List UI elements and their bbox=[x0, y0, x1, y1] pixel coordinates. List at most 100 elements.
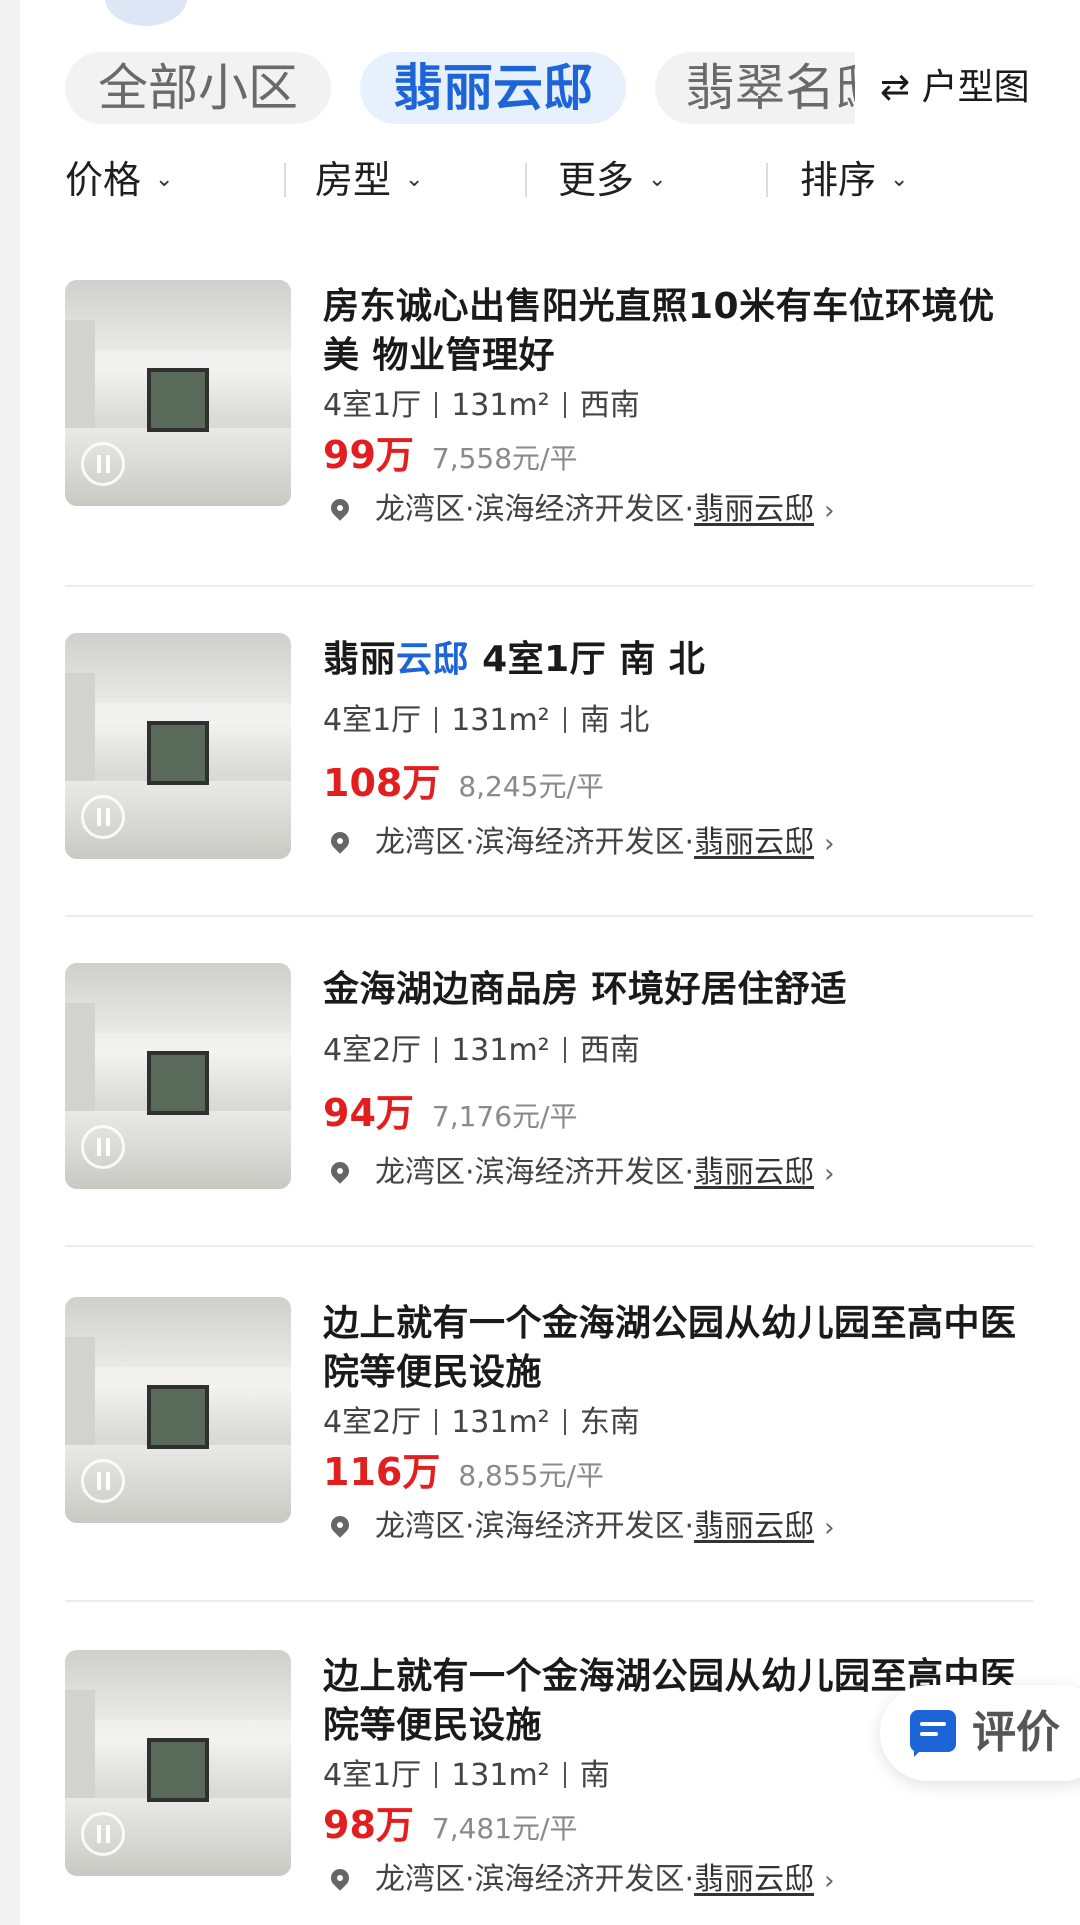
filter-price[interactable]: 价格 ⌄ bbox=[65, 150, 173, 210]
chevron-right-icon: › bbox=[824, 1159, 835, 1189]
listing-rooms: 4室1厅 bbox=[323, 703, 422, 738]
listing-price-row: 108万 8,245元/平 bbox=[323, 758, 604, 808]
listing-rooms: 4室2厅 bbox=[323, 1405, 422, 1440]
spec-separator bbox=[435, 1036, 438, 1063]
filter-layout[interactable]: 房型 ⌄ bbox=[315, 150, 423, 210]
location-pin-icon bbox=[327, 1157, 353, 1184]
listing-divider bbox=[65, 1245, 1033, 1247]
listing-unit-price: 7,481元/平 bbox=[431, 1812, 578, 1845]
chevron-right-icon: › bbox=[824, 829, 835, 859]
community-link[interactable]: 翡丽云邸 bbox=[694, 1509, 814, 1544]
listing-district: 龙湾区·滨海经济开发区· bbox=[375, 1862, 695, 1897]
listing-specs: 4室1厅 131m² 西南 bbox=[323, 386, 640, 426]
listing-location[interactable]: 龙湾区·滨海经济开发区·翡丽云邸 › bbox=[323, 1153, 834, 1193]
listing-title[interactable]: 边上就有一个金海湖公园从幼儿园至高中医院等便民设施 bbox=[323, 1299, 1023, 1397]
listing-title[interactable]: 翡丽云邸 4室1厅 南 北 bbox=[323, 635, 1023, 684]
listing-unit-price: 8,855元/平 bbox=[458, 1459, 604, 1492]
community-link[interactable]: 翡丽云邸 bbox=[694, 1155, 814, 1190]
listing-photo[interactable] bbox=[65, 963, 291, 1189]
listing-price-row: 94万 7,176元/平 bbox=[323, 1088, 577, 1138]
listing-photo[interactable] bbox=[65, 1650, 291, 1876]
chevron-down-icon: ⌄ bbox=[405, 166, 424, 192]
floor-plan-button[interactable]: ⇄ 户型图 bbox=[880, 58, 1030, 118]
filter-divider bbox=[525, 163, 527, 197]
vr-play-icon[interactable] bbox=[81, 795, 125, 839]
photo-window bbox=[147, 721, 209, 785]
listing-price: 94万 bbox=[323, 1091, 414, 1135]
photo-ceiling bbox=[65, 1297, 291, 1367]
spec-separator bbox=[563, 1036, 566, 1063]
filter-divider bbox=[284, 163, 286, 197]
photo-window bbox=[147, 1051, 209, 1115]
listing-location[interactable]: 龙湾区·滨海经济开发区·翡丽云邸 › bbox=[323, 823, 834, 863]
left-edge-strip bbox=[0, 0, 20, 1925]
listing-orientation: 西南 bbox=[579, 388, 640, 423]
filter-bar: 价格 ⌄ 房型 ⌄ 更多 ⌄ 排序 ⌄ bbox=[0, 150, 1080, 210]
title-highlight: 云邸 bbox=[396, 639, 470, 680]
listing-price: 98万 bbox=[323, 1803, 414, 1847]
listing-orientation: 南 北 bbox=[579, 703, 650, 738]
listing-unit-price: 7,558元/平 bbox=[431, 442, 578, 475]
vr-play-icon[interactable] bbox=[81, 1812, 125, 1856]
community-link[interactable]: 翡丽云邸 bbox=[694, 492, 814, 527]
spec-separator bbox=[435, 1761, 438, 1788]
filter-sort[interactable]: 排序 ⌄ bbox=[800, 150, 908, 210]
listing-orientation: 南 bbox=[579, 1758, 610, 1793]
chevron-down-icon: ⌄ bbox=[890, 166, 909, 192]
spec-separator bbox=[435, 706, 438, 733]
listing-district: 龙湾区·滨海经济开发区· bbox=[375, 825, 695, 860]
listing-specs: 4室1厅 131m² 南 北 bbox=[323, 701, 649, 741]
listing-orientation: 东南 bbox=[579, 1405, 640, 1440]
listing-area: 131m² bbox=[451, 1405, 550, 1440]
location-pin-icon bbox=[327, 827, 353, 854]
listing-location[interactable]: 龙湾区·滨海经济开发区·翡丽云邸 › bbox=[323, 490, 834, 530]
photo-ceiling bbox=[65, 1650, 291, 1720]
vr-play-icon[interactable] bbox=[81, 442, 125, 486]
title-text: 4室1厅 南 北 bbox=[469, 639, 706, 680]
filter-label: 排序 bbox=[800, 158, 877, 202]
filter-more[interactable]: 更多 ⌄ bbox=[558, 150, 666, 210]
listing-rooms: 4室1厅 bbox=[323, 1758, 422, 1793]
chevron-right-icon: › bbox=[824, 1513, 835, 1543]
community-tabs: 全部小区 翡丽云邸 翡翠名邸 bbox=[65, 52, 855, 124]
photo-ceiling bbox=[65, 963, 291, 1033]
photo-ceiling bbox=[65, 633, 291, 703]
listing-title[interactable]: 房东诚心出售阳光直照10米有车位环境优美 物业管理好 bbox=[323, 282, 1023, 380]
community-link[interactable]: 翡丽云邸 bbox=[694, 1862, 814, 1897]
listing-divider bbox=[65, 585, 1033, 587]
listing-price-row: 116万 8,855元/平 bbox=[323, 1447, 604, 1497]
chevron-down-icon: ⌄ bbox=[155, 166, 174, 192]
listing-location[interactable]: 龙湾区·滨海经济开发区·翡丽云邸 › bbox=[323, 1860, 834, 1900]
tab-feicui-mingdi[interactable]: 翡翠名邸 bbox=[655, 52, 855, 124]
listing-photo[interactable] bbox=[65, 633, 291, 859]
filter-label: 更多 bbox=[558, 158, 635, 202]
listing-orientation: 西南 bbox=[579, 1033, 640, 1068]
listing-price-row: 98万 7,481元/平 bbox=[323, 1800, 577, 1850]
tab-feili-yundi[interactable]: 翡丽云邸 bbox=[360, 52, 626, 124]
comment-icon bbox=[910, 1710, 956, 1752]
vr-play-icon[interactable] bbox=[81, 1125, 125, 1169]
review-fab-button[interactable]: 评价 bbox=[880, 1685, 1080, 1781]
spec-separator bbox=[563, 1761, 566, 1788]
listing-area: 131m² bbox=[451, 388, 550, 423]
avatar bbox=[105, 0, 187, 26]
listing-rooms: 4室2厅 bbox=[323, 1033, 422, 1068]
listing-location[interactable]: 龙湾区·滨海经济开发区·翡丽云邸 › bbox=[323, 1507, 834, 1547]
listing-price: 108万 bbox=[323, 761, 441, 805]
listing-divider bbox=[65, 915, 1033, 917]
listing-photo[interactable] bbox=[65, 280, 291, 506]
filter-label: 价格 bbox=[65, 158, 142, 202]
listing-title[interactable]: 金海湖边商品房 环境好居住舒适 bbox=[323, 965, 1023, 1014]
filter-divider bbox=[766, 163, 768, 197]
listing-district: 龙湾区·滨海经济开发区· bbox=[375, 1155, 695, 1190]
photo-window bbox=[147, 1385, 209, 1449]
tab-all-communities[interactable]: 全部小区 bbox=[65, 52, 331, 124]
listing-area: 131m² bbox=[451, 1758, 550, 1793]
spec-separator bbox=[563, 391, 566, 418]
listing-specs: 4室1厅 131m² 南 bbox=[323, 1756, 610, 1796]
community-link[interactable]: 翡丽云邸 bbox=[694, 825, 814, 860]
vr-play-icon[interactable] bbox=[81, 1459, 125, 1503]
chevron-down-icon: ⌄ bbox=[648, 166, 667, 192]
chevron-right-icon: › bbox=[824, 1866, 835, 1896]
listing-photo[interactable] bbox=[65, 1297, 291, 1523]
